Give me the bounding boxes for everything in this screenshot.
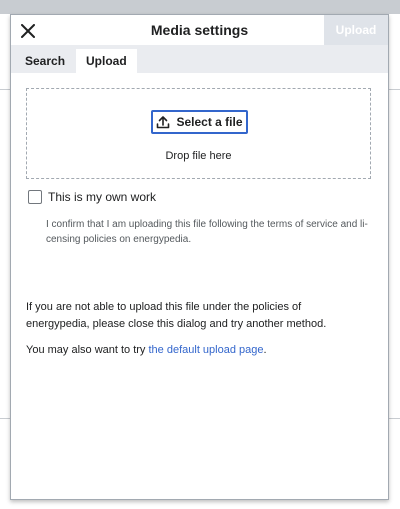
alternative-upload-text: You may also want to try the default upl… [26, 344, 376, 356]
media-settings-dialog: Media settings Upload Search Upload Sele… [10, 14, 389, 500]
file-drop-zone[interactable]: Select a file Drop file here [26, 88, 371, 179]
tab-search[interactable]: Search [15, 49, 75, 73]
alternative-prefix: You may also want to try [26, 344, 149, 356]
tab-upload[interactable]: Upload [76, 49, 137, 73]
upload-button[interactable]: Upload [324, 15, 388, 45]
upload-icon [157, 116, 170, 129]
upload-policy-notice: If you are not able to upload this file … [26, 301, 327, 330]
own-work-option[interactable]: This is my own work [28, 190, 156, 204]
own-work-label: This is my own work [48, 190, 157, 204]
background-rule [388, 89, 400, 90]
select-file-label: Select a file [176, 115, 243, 129]
background-top-bar [0, 0, 400, 14]
close-button[interactable] [17, 20, 39, 42]
close-icon [21, 24, 35, 38]
own-work-checkbox[interactable] [28, 190, 42, 204]
background-rule [0, 89, 10, 90]
background-rule [0, 418, 10, 419]
dialog-header: Media settings Upload [11, 15, 388, 45]
select-file-button[interactable]: Select a file [151, 110, 248, 134]
background-rule [388, 418, 400, 419]
default-upload-page-link[interactable]: the default upload page [149, 344, 264, 356]
upload-panel: Select a file Drop file here This is my … [11, 73, 388, 499]
dialog-tabs: Search Upload [11, 45, 388, 73]
drop-file-text: Drop file here [165, 150, 232, 162]
alternative-suffix: . [263, 344, 267, 356]
confirm-terms-text: I confirm that I am uploading this file … [46, 219, 368, 245]
dialog-title: Media settings [150, 22, 249, 38]
